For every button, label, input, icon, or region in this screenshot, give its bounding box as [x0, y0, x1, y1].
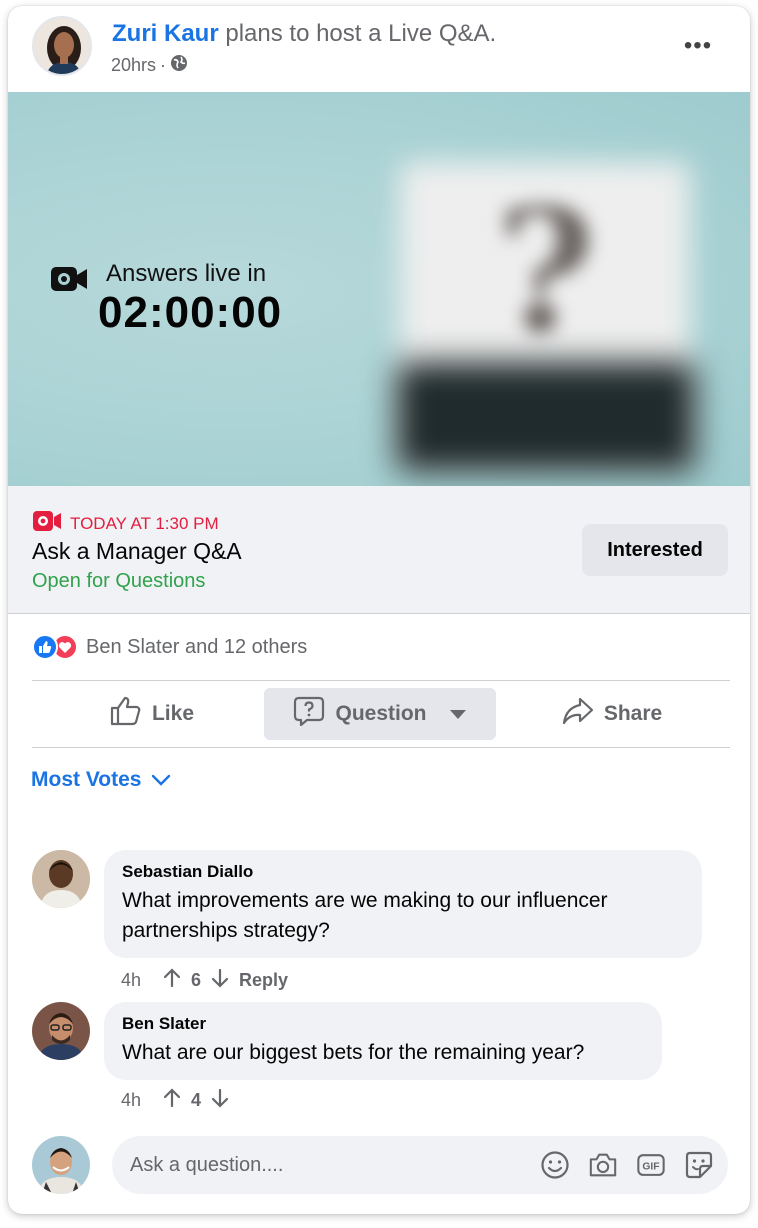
commenter-avatar[interactable]	[32, 850, 90, 908]
cover-question-mark: ?	[496, 172, 596, 372]
vote-count: 6	[191, 970, 202, 990]
comment-author[interactable]: Sebastian Diallo	[122, 862, 684, 882]
globe-icon	[170, 54, 188, 77]
comment-bubble: Ben Slater What are our biggest bets for…	[104, 1002, 662, 1080]
emoji-icon[interactable]	[540, 1149, 570, 1181]
meta-separator: ·	[160, 55, 167, 75]
countdown-label: Answers live in	[106, 260, 267, 287]
event-title[interactable]: Ask a Manager Q&A	[32, 538, 242, 565]
qa-post-card: Zuri Kaur plans to host a Live Q&A. 20hr…	[8, 6, 750, 1214]
post-header: Zuri Kaur plans to host a Live Q&A. 20hr…	[8, 6, 750, 92]
question-button[interactable]: Question	[264, 688, 496, 740]
post-title: Zuri Kaur plans to host a Live Q&A.	[112, 20, 496, 48]
comment-text: What are our biggest bets for the remain…	[122, 1041, 585, 1064]
svg-text:GIF: GIF	[642, 1162, 659, 1173]
share-button[interactable]: Share	[532, 688, 692, 740]
comment-meta: 4h 4	[121, 1088, 229, 1113]
thumbs-up-icon	[110, 696, 142, 732]
action-bar: Like Question Share	[32, 682, 730, 744]
ask-question-input[interactable]	[130, 1148, 510, 1182]
author-avatar[interactable]	[32, 16, 92, 76]
camera-icon[interactable]	[588, 1149, 618, 1181]
interested-button[interactable]: Interested	[582, 524, 728, 576]
sort-label: Most Votes	[31, 768, 142, 791]
event-date: TODAY AT 1:30 PM	[32, 510, 219, 537]
share-label: Share	[603, 702, 663, 725]
reactions-text: Ben Slater and 12 others	[86, 635, 308, 658]
reply-link[interactable]: Reply	[239, 970, 288, 991]
downvote-icon[interactable]	[211, 1088, 229, 1113]
chevron-down-icon	[151, 768, 171, 792]
downvote-icon[interactable]	[211, 968, 229, 993]
reaction-icons	[32, 634, 80, 660]
vote-count: 4	[191, 1090, 202, 1110]
post-action-text: plans to host a Live Q&A.	[225, 20, 497, 47]
upvote-icon[interactable]	[163, 1088, 181, 1113]
video-camera-icon	[50, 264, 88, 299]
share-arrow-icon	[562, 696, 594, 732]
like-button[interactable]: Like	[72, 688, 232, 740]
comment-author[interactable]: Ben Slater	[122, 1014, 644, 1034]
post-time[interactable]: 20hrs	[111, 55, 156, 76]
sticker-icon[interactable]	[684, 1149, 714, 1181]
cover-blur-base	[396, 362, 696, 472]
comment-meta: 4h 6 Reply	[121, 968, 288, 993]
divider-top	[32, 680, 730, 681]
author-name-link[interactable]: Zuri Kaur	[112, 20, 219, 47]
comment-bubble: Sebastian Diallo What improvements are w…	[104, 850, 702, 958]
gif-icon[interactable]: GIF	[636, 1149, 666, 1181]
event-status: Open for Questions	[32, 570, 206, 592]
commenter-avatar[interactable]	[32, 1002, 90, 1060]
question-bubble-icon	[293, 696, 325, 732]
comment-text: What improvements are we making to our i…	[122, 889, 608, 942]
sort-dropdown[interactable]: Most Votes	[31, 768, 171, 792]
more-options-icon[interactable]: •••	[678, 32, 718, 59]
event-cover-image: ? Answers live in 02:00:00	[8, 92, 750, 486]
divider-bottom	[32, 747, 730, 748]
comment-time[interactable]: 4h	[121, 1090, 141, 1111]
post-meta: 20hrs ·	[111, 54, 188, 77]
comment-time[interactable]: 4h	[121, 970, 141, 991]
question-composer: GIF	[112, 1136, 728, 1194]
reactions-summary[interactable]: Ben Slater and 12 others	[32, 632, 307, 662]
composer-tools: GIF	[540, 1149, 714, 1181]
event-date-text: TODAY AT 1:30 PM	[70, 513, 219, 533]
like-label: Like	[151, 702, 195, 725]
current-user-avatar[interactable]	[32, 1136, 90, 1194]
live-video-icon	[32, 510, 62, 537]
countdown-timer: 02:00:00	[98, 288, 283, 337]
event-info-panel[interactable]: TODAY AT 1:30 PM Ask a Manager Q&A Open …	[8, 486, 750, 614]
upvote-icon[interactable]	[163, 968, 181, 993]
question-label: Question	[335, 702, 427, 725]
like-reaction-icon	[32, 634, 58, 660]
caret-down-icon	[449, 702, 467, 726]
